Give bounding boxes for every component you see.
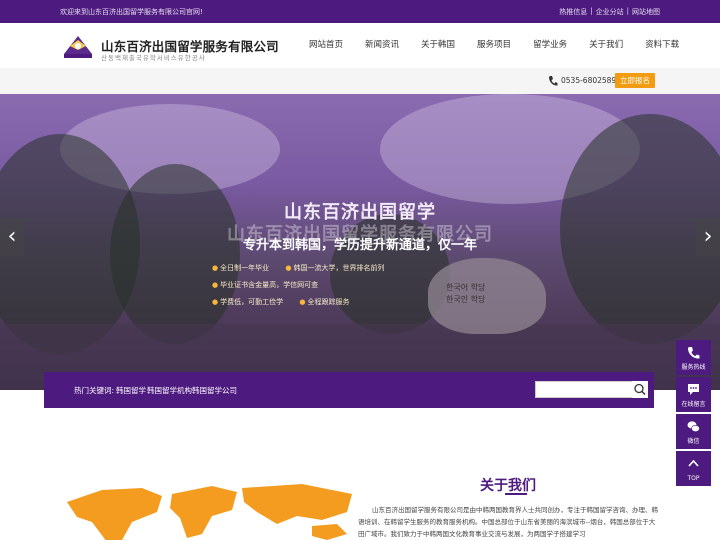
- top-bar: 欢迎来到山东百济出国留学服务有限公司官网! 热推信息 | 企业分站 | 网站地图: [0, 0, 720, 23]
- float-top-label: TOP: [687, 475, 700, 482]
- search-icon: [634, 383, 646, 396]
- top-links: 热推信息 | 企业分站 | 网站地图: [559, 7, 660, 17]
- top-link-sep: |: [626, 7, 629, 15]
- phone-icon: [549, 76, 558, 86]
- feature-item: 学费低，可勤工俭学: [212, 298, 283, 306]
- nav-item-home[interactable]: 网站首页: [298, 23, 354, 68]
- world-map-image: [67, 484, 352, 540]
- nav-item-about-korea[interactable]: 关于韩国: [410, 23, 466, 68]
- float-hotline-label: 服务热线: [681, 364, 706, 371]
- phone-icon: [688, 347, 700, 359]
- nav-item-news[interactable]: 新闻资讯: [354, 23, 410, 68]
- feature-item: 毕业证书含金量高，学信网可查: [212, 281, 318, 289]
- hot-keywords-label: 热门关键词:: [74, 386, 115, 395]
- brand-name-korean: 산동백제출국유학서비스유한공사: [101, 54, 206, 62]
- keyword-link[interactable]: 韩国留学: [116, 385, 146, 396]
- keyword-link[interactable]: 韩国留学机构: [147, 385, 192, 396]
- keyword-link[interactable]: 韩国留学公司: [192, 385, 237, 396]
- welcome-text: 欢迎来到山东百济出国留学服务有限公司官网!: [60, 8, 203, 16]
- tree: [110, 164, 240, 344]
- contact-bar: 0535-6802589 立即报名: [0, 68, 720, 94]
- float-wechat-button[interactable]: 微信: [676, 414, 711, 449]
- about-text: 山东百济出国留学服务有限公司是由中韩两国教育界人士共同创办，专注于韩国留学咨询、…: [358, 506, 658, 538]
- feature-item: 全日制一年毕业: [212, 264, 269, 272]
- logo-icon[interactable]: [60, 32, 96, 60]
- chevron-up-icon: [688, 459, 699, 467]
- nav-item-study-abroad[interactable]: 留学业务: [522, 23, 578, 68]
- search-input[interactable]: [535, 381, 635, 398]
- nav-item-about-us[interactable]: 关于我们: [578, 23, 634, 68]
- top-link-branch[interactable]: 企业分站: [596, 7, 624, 17]
- top-link-sep: |: [590, 7, 593, 15]
- signup-button[interactable]: 立即报名: [615, 73, 655, 88]
- top-link-sitemap[interactable]: 网站地图: [632, 7, 660, 17]
- banner-features: 全日制一年毕业 韩国一流大学，世界排名前列 毕业证书含金量高，学信网可查 学费低…: [212, 260, 512, 311]
- hero-banner: 한국어 학당 한국인 학당 山东百济出国留学 山东百济出国留学服务有限公司 专升…: [0, 94, 720, 390]
- banner-prev-button[interactable]: ‹: [0, 218, 24, 256]
- main-nav: 网站首页 新闻资讯 关于韩国 服务项目 留学业务 关于我们 资料下载: [298, 23, 690, 68]
- keyword-bar: 热门关键词: 韩国留学 韩国留学机构 韩国留学公司: [44, 372, 654, 408]
- about-underline: [505, 493, 527, 495]
- float-hotline-button[interactable]: 服务热线: [676, 340, 711, 375]
- feature-item: 韩国一流大学，世界排名前列: [285, 264, 384, 272]
- top-link-hot[interactable]: 热推信息: [559, 7, 587, 17]
- header: 山东百济出国留学服务有限公司 산동백제출국유학서비스유한공사 网站首页 新闻资讯…: [0, 23, 720, 68]
- float-wechat-label: 微信: [687, 438, 700, 445]
- float-top-button[interactable]: TOP: [676, 451, 711, 486]
- wechat-icon: [687, 421, 700, 433]
- chat-icon: [688, 384, 699, 395]
- about-title: 关于我们: [480, 478, 536, 494]
- nav-item-downloads[interactable]: 资料下载: [634, 23, 690, 68]
- feature-item: 全程跟踪服务: [299, 298, 349, 306]
- phone-number: 0535-6802589: [561, 76, 617, 85]
- float-message-label: 在线留言: [681, 401, 706, 408]
- banner-subtitle: 专升本到韩国，学历提升新通道，仅一年: [242, 238, 477, 253]
- nav-item-services[interactable]: 服务项目: [466, 23, 522, 68]
- banner-next-button[interactable]: ›: [696, 218, 720, 256]
- float-message-button[interactable]: 在线留言: [676, 377, 711, 412]
- floating-contact-bar: 服务热线 在线留言 微信 TOP: [676, 340, 711, 488]
- search-button[interactable]: [632, 381, 648, 398]
